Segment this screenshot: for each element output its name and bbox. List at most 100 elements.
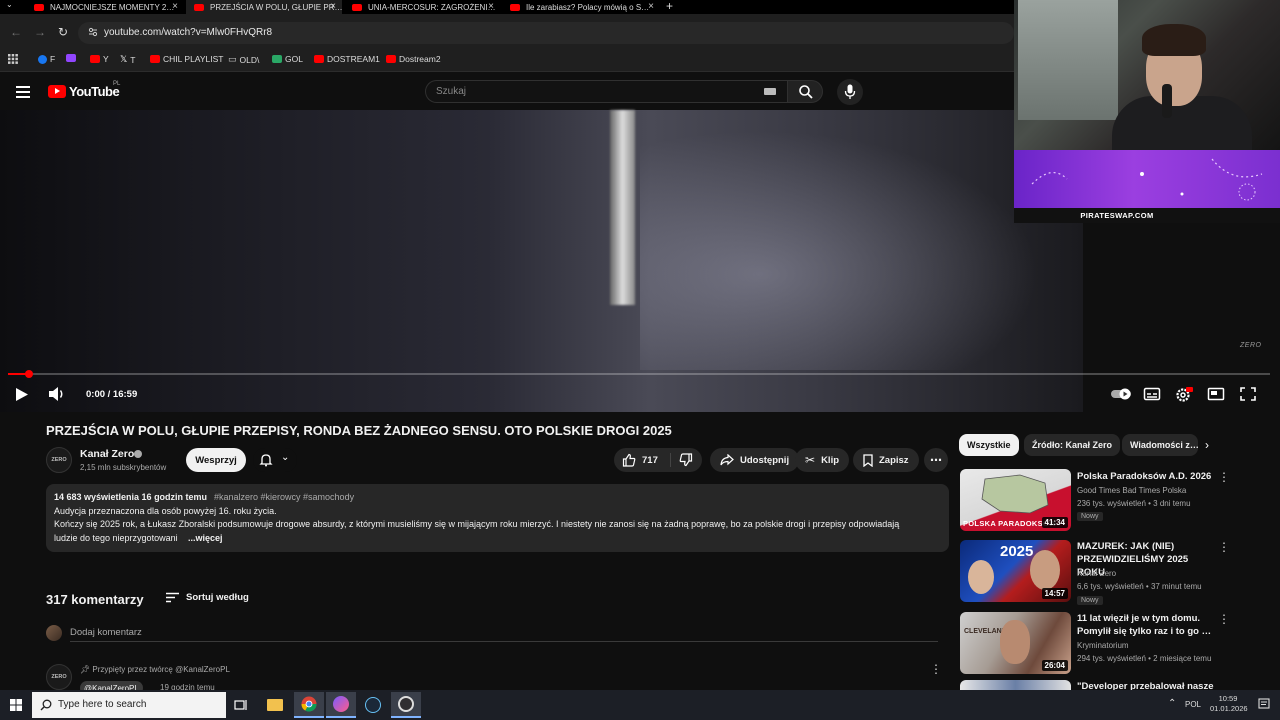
bookmark-folder-old[interactable]: ▭ OLD\ — [228, 54, 259, 65]
chip-source-channel[interactable]: Źródło: Kanał Zero — [1024, 434, 1121, 456]
related-video-title[interactable]: 11 lat więził je w tym domu. Pomylił się… — [1077, 612, 1215, 638]
apps-grid-icon[interactable] — [8, 54, 18, 64]
windows-start-icon[interactable] — [10, 699, 22, 711]
related-video-thumbnail[interactable]: POLSKA PARADOKSÓW 41:34 — [960, 469, 1071, 531]
obs-taskbar-button[interactable] — [391, 692, 421, 718]
miniplayer-icon[interactable] — [1207, 386, 1225, 402]
youtube-wordmark[interactable]: YouTube — [69, 84, 120, 99]
search-button[interactable] — [787, 80, 823, 103]
youtube-icon — [90, 55, 100, 63]
user-avatar — [46, 625, 62, 641]
browser-tab[interactable]: Ile zarabiasz? Polacy mówią o S… × — [502, 0, 660, 14]
support-button[interactable]: Wesprzyj — [186, 448, 246, 472]
related-video-channel[interactable]: Good Times Bad Times Polska — [1077, 486, 1186, 495]
share-button[interactable]: Udostępnij — [710, 448, 800, 472]
channel-avatar[interactable]: ZERO — [46, 447, 72, 473]
bookmark-dostream2[interactable]: Dostream2 — [386, 54, 441, 64]
clock[interactable]: 10:59 01.01.2026 — [1210, 694, 1248, 714]
progress-scrubber[interactable] — [25, 370, 33, 378]
progress-bar[interactable] — [8, 373, 1270, 375]
subtitles-icon[interactable] — [1143, 386, 1161, 402]
related-video-thumbnail[interactable]: CLEVELAND 26:04 — [960, 612, 1071, 674]
chevron-right-icon[interactable]: › — [1205, 438, 1209, 452]
related-video-title[interactable]: Polska Paradoksów A.D. 2026 — [1077, 470, 1215, 483]
like-dislike-pill: 717 — [614, 448, 702, 472]
like-button[interactable]: 717 — [614, 448, 669, 472]
volume-icon[interactable] — [48, 386, 66, 402]
bookmark-youtube[interactable]: Y — [90, 54, 109, 64]
close-tab-icon[interactable]: × — [172, 1, 178, 12]
channel-name[interactable]: Kanał Zero — [80, 448, 134, 460]
hashtags[interactable]: #kanalzero #kierowcy #samochody — [214, 492, 354, 502]
related-video-channel[interactable]: Kryminatorium — [1077, 641, 1129, 650]
close-tab-icon[interactable]: × — [648, 1, 654, 12]
youtube-favicon-icon — [352, 3, 362, 11]
thumbnail-text: 2025 — [1000, 543, 1034, 560]
close-tab-icon[interactable]: × — [330, 1, 336, 12]
forward-icon[interactable]: → — [34, 25, 46, 39]
bookmark-chil-playlist[interactable]: CHIL PLAYLIST — [150, 54, 223, 64]
keyboard-icon[interactable] — [764, 88, 776, 95]
save-button[interactable]: Zapisz — [853, 448, 919, 472]
messenger-taskbar-button[interactable] — [326, 692, 356, 718]
related-video-thumbnail[interactable] — [960, 680, 1071, 690]
video-menu-icon[interactable]: ⋮ — [1218, 540, 1230, 554]
taskbar-search-placeholder[interactable]: Type here to search — [58, 699, 146, 710]
url-text[interactable]: youtube.com/watch?v=Mlw0FHvQRr8 — [104, 27, 272, 38]
search-input[interactable] — [436, 84, 736, 98]
input-language[interactable]: POL — [1185, 700, 1201, 709]
site-info-icon[interactable] — [88, 27, 98, 37]
video-duration: 14:57 — [1041, 588, 1068, 599]
video-menu-icon[interactable]: ⋮ — [1218, 612, 1230, 626]
steam-taskbar-button[interactable] — [358, 692, 388, 718]
back-icon[interactable]: ← — [10, 25, 22, 39]
tray-overflow-icon[interactable]: ⌃ — [1168, 698, 1176, 709]
related-video-title[interactable]: "Developer przebalował nasze — [1077, 680, 1215, 690]
more-actions-button[interactable]: ⋯ — [924, 448, 948, 472]
share-label: Udostępnij — [740, 454, 790, 466]
sort-button[interactable]: Sortuj według — [186, 592, 249, 603]
sort-icon[interactable] — [166, 592, 179, 603]
task-view-button[interactable] — [226, 692, 256, 718]
add-comment-input[interactable]: Dodaj komentarz — [70, 627, 142, 638]
play-icon[interactable] — [14, 387, 30, 402]
thumbnail-face — [1000, 620, 1030, 664]
bookmark-dostream1[interactable]: DOSTREAM1 — [314, 54, 380, 64]
chrome-taskbar-button[interactable] — [294, 692, 324, 718]
dislike-button[interactable] — [671, 448, 702, 472]
browser-tab[interactable]: UNIA-MERCOSUR: ZAGROŻENI… × — [344, 0, 500, 14]
comment-more-icon[interactable]: ⋮ — [930, 662, 942, 676]
bookmark-facebook[interactable]: F — [38, 54, 55, 64]
autoplay-toggle-icon[interactable] — [1110, 386, 1132, 402]
show-more-link[interactable]: ...więcej — [188, 533, 223, 543]
bookmark-x[interactable]: 𝕏 T — [120, 54, 135, 65]
menu-icon[interactable] — [16, 86, 30, 98]
clip-button[interactable]: ✂ Klip — [795, 448, 850, 472]
bookmark-gol[interactable]: GOL — [272, 54, 303, 64]
close-tab-icon[interactable]: × — [488, 1, 494, 12]
pinned-comment-avatar[interactable]: ZERO — [46, 664, 72, 690]
view-stats: 14 683 wyświetlenia 16 godzin temu — [54, 492, 208, 502]
settings-gear-icon[interactable] — [1175, 386, 1193, 402]
new-tab-icon[interactable]: + — [666, 0, 673, 13]
browser-tab[interactable]: NAJMOCNIEJSZE MOMENTY 2… × — [26, 0, 184, 14]
tab-label: Ile zarabiasz? Polacy mówią o S… — [526, 2, 650, 12]
chip-all[interactable]: Wszystkie — [959, 434, 1019, 456]
notification-button[interactable]: ⌄ — [253, 448, 297, 472]
related-video-channel[interactable]: Kanał Zero — [1077, 569, 1116, 578]
fullscreen-icon[interactable] — [1239, 386, 1257, 402]
tab-search-icon[interactable]: ⌄ — [6, 0, 13, 9]
browser-tab-active[interactable]: PRZEJŚCIA W POLU, GŁUPIE PR… × — [186, 0, 342, 14]
player-right-area — [1083, 223, 1280, 412]
bookmark-twitch[interactable] — [66, 54, 76, 62]
chip-news[interactable]: Wiadomości z… — [1122, 434, 1198, 456]
video-menu-icon[interactable]: ⋮ — [1218, 470, 1230, 484]
facebook-icon — [38, 54, 47, 64]
file-explorer-button[interactable] — [260, 692, 290, 718]
notifications-icon[interactable] — [1258, 698, 1270, 710]
reload-icon[interactable]: ↻ — [58, 25, 68, 39]
twitch-icon — [66, 54, 76, 62]
voice-search-button[interactable] — [837, 79, 863, 105]
logo-play-shape — [55, 88, 60, 94]
related-video-thumbnail[interactable]: 2025 14:57 — [960, 540, 1071, 602]
